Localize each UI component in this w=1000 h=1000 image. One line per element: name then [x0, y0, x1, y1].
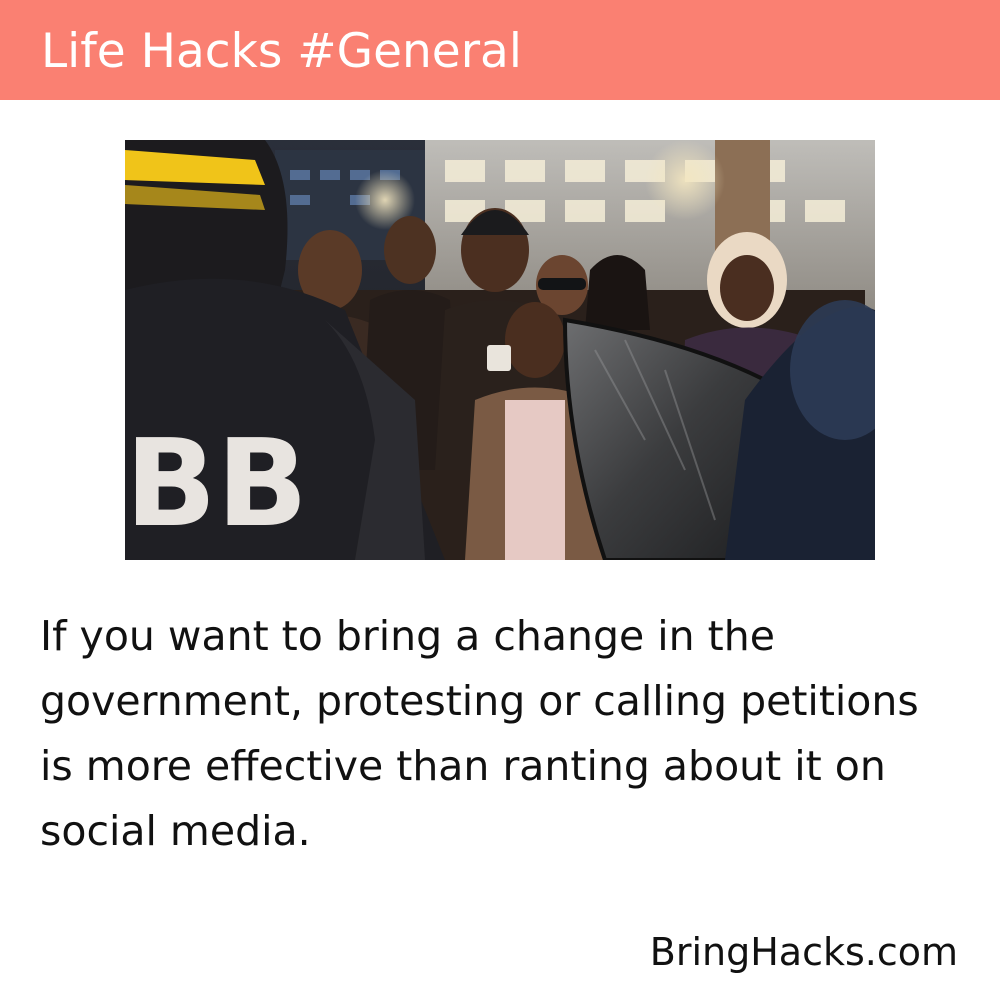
site-credit: BringHacks.com — [649, 930, 958, 974]
page-title: Life Hacks #General — [41, 24, 522, 79]
header-banner: Life Hacks #General — [0, 0, 1000, 100]
life-hack-card: Life Hacks #General BB If you want to br… — [0, 0, 1000, 1000]
life-hack-text: If you want to bring a change in the gov… — [40, 612, 919, 855]
protest-photo-illustration: BB — [125, 140, 875, 560]
officer-back-lettering: BB — [125, 415, 308, 554]
protest-photo: BB — [125, 140, 875, 560]
